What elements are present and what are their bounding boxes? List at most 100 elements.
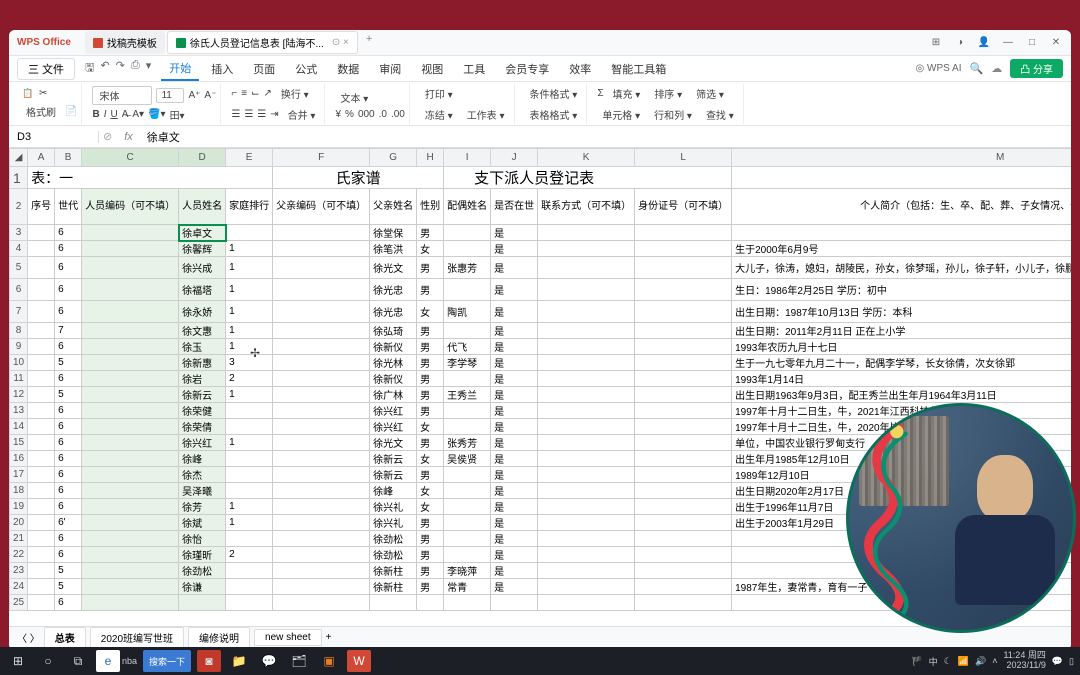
cell-H23[interactable]: 男: [417, 563, 444, 579]
cell-A12[interactable]: [28, 387, 55, 403]
cell-B20[interactable]: 6': [55, 515, 82, 531]
cell-H20[interactable]: 男: [417, 515, 444, 531]
cell-A24[interactable]: [28, 579, 55, 595]
cell-J9[interactable]: 是: [491, 339, 538, 355]
cell-B5[interactable]: 6: [55, 257, 82, 279]
cell-M10[interactable]: 生于一九七零年九月二十一，配偶李学琴，长女徐倩，次女徐郢: [732, 355, 1071, 371]
row-header-18[interactable]: 18: [10, 483, 28, 499]
tab-add-button[interactable]: +: [360, 31, 378, 54]
cell-B23[interactable]: 5: [55, 563, 82, 579]
underline-icon[interactable]: U: [110, 109, 117, 120]
print-button[interactable]: 打印 ▾: [420, 84, 458, 103]
cell-F8[interactable]: [273, 323, 370, 339]
cell-H10[interactable]: 男: [417, 355, 444, 371]
cell-J8[interactable]: 是: [491, 323, 538, 339]
cell-K4[interactable]: [538, 241, 635, 257]
cell-K8[interactable]: [538, 323, 635, 339]
percent-icon[interactable]: %: [345, 109, 354, 120]
cell-F9[interactable]: [273, 339, 370, 355]
cell-E17[interactable]: [226, 467, 273, 483]
clock[interactable]: 11:24 周四2023/11/9: [1003, 651, 1045, 671]
name-box[interactable]: D3: [9, 131, 99, 143]
cell-J4[interactable]: 是: [491, 241, 538, 257]
cell-B4[interactable]: 6: [55, 241, 82, 257]
cell-F18[interactable]: [273, 483, 370, 499]
cell-I21[interactable]: [444, 531, 491, 547]
cell-H25[interactable]: [417, 595, 444, 611]
col-header-I[interactable]: I: [444, 149, 491, 167]
cell-E7[interactable]: 1: [226, 301, 273, 323]
italic-icon[interactable]: I: [104, 109, 107, 120]
cell-I14[interactable]: [444, 419, 491, 435]
cell-L8[interactable]: [635, 323, 732, 339]
format-brush[interactable]: 格式刷: [21, 102, 61, 121]
row-header-1[interactable]: 1: [10, 167, 28, 189]
tray-chevron-icon[interactable]: ˄: [992, 656, 997, 666]
cell-J18[interactable]: 是: [491, 483, 538, 499]
row-header-11[interactable]: 11: [10, 371, 28, 387]
select-all[interactable]: ◢: [10, 149, 28, 167]
row-header-8[interactable]: 8: [10, 323, 28, 339]
cell-C17[interactable]: [82, 467, 179, 483]
cell-G3[interactable]: 徐堂保: [370, 225, 417, 241]
merge-button[interactable]: 合并 ▾: [283, 105, 321, 124]
fill-button[interactable]: 填充 ▾: [608, 84, 646, 103]
cell-C9[interactable]: [82, 339, 179, 355]
cell-I24[interactable]: 常青: [444, 579, 491, 595]
tray-moon-icon[interactable]: ☾: [944, 656, 952, 667]
cell-E16[interactable]: [226, 451, 273, 467]
cell-A7[interactable]: [28, 301, 55, 323]
row-header-12[interactable]: 12: [10, 387, 28, 403]
cell-L25[interactable]: [635, 595, 732, 611]
dec-dec-icon[interactable]: .00: [391, 109, 405, 120]
cell-J15[interactable]: 是: [491, 435, 538, 451]
sum-icon[interactable]: Σ: [597, 88, 603, 99]
cell-C5[interactable]: [82, 257, 179, 279]
cell-F20[interactable]: [273, 515, 370, 531]
cell-K14[interactable]: [538, 419, 635, 435]
cell-J20[interactable]: 是: [491, 515, 538, 531]
font-inc-icon[interactable]: A⁺: [188, 90, 200, 101]
cell-K17[interactable]: [538, 467, 635, 483]
col-header-D[interactable]: D: [179, 149, 226, 167]
row-header-3[interactable]: 3: [10, 225, 28, 241]
cell-K6[interactable]: [538, 279, 635, 301]
cell-I4[interactable]: [444, 241, 491, 257]
cell-G25[interactable]: [370, 595, 417, 611]
cell-L18[interactable]: [635, 483, 732, 499]
cell-E20[interactable]: 1: [226, 515, 273, 531]
cell-D8[interactable]: 徐文惠: [179, 323, 226, 339]
cell-D11[interactable]: 徐岩: [179, 371, 226, 387]
cell-E19[interactable]: 1: [226, 499, 273, 515]
cell-I22[interactable]: [444, 547, 491, 563]
cell-J16[interactable]: 是: [491, 451, 538, 467]
cell-L24[interactable]: [635, 579, 732, 595]
wps-ai-button[interactable]: ◎ WPS AI: [916, 63, 962, 74]
col-header-C[interactable]: C: [82, 149, 179, 167]
cell-J17[interactable]: 是: [491, 467, 538, 483]
cell-E13[interactable]: [226, 403, 273, 419]
col-header-E[interactable]: E: [226, 149, 273, 167]
copy-icon[interactable]: 📄: [65, 106, 77, 117]
cell-E4[interactable]: 1: [226, 241, 273, 257]
wechat-icon[interactable]: 💬: [257, 650, 281, 672]
cell-G23[interactable]: 徐新柱: [370, 563, 417, 579]
doc-tab-current[interactable]: 徐氏人员登记信息表 [陆海不...⊙ ×: [167, 31, 358, 54]
cell-B19[interactable]: 6: [55, 499, 82, 515]
font-color-icon[interactable]: A▾: [132, 109, 144, 120]
cell-F6[interactable]: [273, 279, 370, 301]
cell-B6[interactable]: 6: [55, 279, 82, 301]
cell-D12[interactable]: 徐新云: [179, 387, 226, 403]
cell-G16[interactable]: 徐新云: [370, 451, 417, 467]
cell-H22[interactable]: 男: [417, 547, 444, 563]
cell-D18[interactable]: 吴泽曦: [179, 483, 226, 499]
cell-K19[interactable]: [538, 499, 635, 515]
col-header-J[interactable]: J: [491, 149, 538, 167]
cell-I5[interactable]: 张惠芳: [444, 257, 491, 279]
strike-icon[interactable]: A̶: [122, 109, 129, 120]
cell-K12[interactable]: [538, 387, 635, 403]
orient-icon[interactable]: ↗: [263, 88, 271, 99]
formula-input[interactable]: 徐卓文: [141, 129, 1071, 145]
cell-F11[interactable]: [273, 371, 370, 387]
cell-C6[interactable]: [82, 279, 179, 301]
